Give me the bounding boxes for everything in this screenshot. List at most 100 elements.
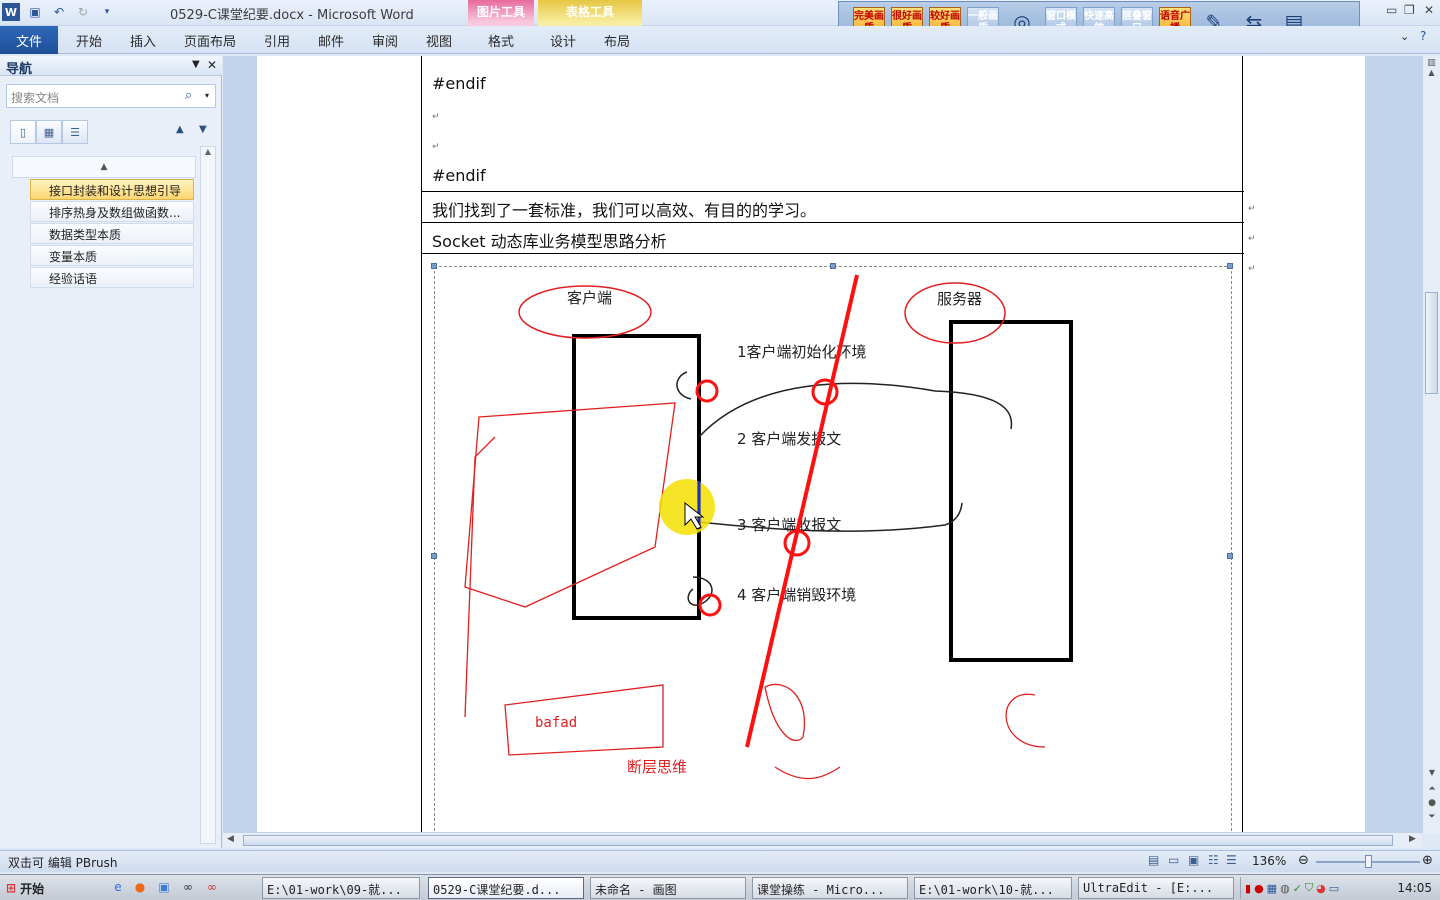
tab-layout[interactable]: 布局 bbox=[604, 31, 630, 50]
zoom-slider[interactable] bbox=[1316, 855, 1420, 868]
nav-item-experience[interactable]: 经验话语 bbox=[30, 267, 194, 288]
tab-review[interactable]: 审阅 bbox=[372, 31, 398, 50]
infinity-app-icon[interactable]: ∞ bbox=[180, 879, 196, 895]
collapse-up-icon[interactable]: ▲ bbox=[12, 156, 196, 178]
search-icon[interactable]: ⌕ bbox=[185, 88, 192, 103]
code-line-endif-2[interactable]: #endif bbox=[432, 166, 486, 185]
zoom-in-icon[interactable]: ⊕ bbox=[1422, 853, 1433, 868]
print-layout-view-icon[interactable]: ▤ bbox=[1148, 853, 1159, 867]
restore-icon[interactable]: ❐ bbox=[1404, 3, 1415, 17]
firefox-icon[interactable]: ● bbox=[132, 879, 148, 895]
nav-item-sort-array[interactable]: 排序热身及数组做函数... bbox=[30, 201, 194, 222]
step-2-label: 2 客户端发报文 bbox=[737, 430, 841, 448]
tab-file[interactable]: 文件 bbox=[0, 26, 58, 54]
server-box bbox=[949, 320, 1073, 662]
nav-search-box[interactable]: 搜索文档 ⌕ ▾ bbox=[6, 84, 216, 108]
network-icon[interactable]: ▦ bbox=[1267, 882, 1277, 895]
word-app-icon[interactable]: W bbox=[2, 3, 20, 21]
nav-menu-icon[interactable]: ▼ bbox=[192, 59, 200, 70]
scroll-right-icon[interactable]: ▶ bbox=[1409, 834, 1416, 844]
red-circle-send bbox=[811, 378, 839, 406]
outline-view-icon[interactable]: ☷ bbox=[1208, 853, 1219, 867]
red-tail-scribble bbox=[774, 766, 841, 780]
ie-icon[interactable]: e bbox=[110, 879, 126, 895]
nav-view-tabs: ▯ ▦ ☰ bbox=[10, 120, 88, 144]
nav-close-icon[interactable]: ✕ bbox=[207, 58, 217, 72]
display-icon[interactable]: ▭ bbox=[1329, 882, 1339, 895]
horizontal-scroll-thumb[interactable] bbox=[243, 835, 1393, 846]
customize-qat-icon[interactable]: ▾ bbox=[98, 3, 116, 21]
scroll-up-icon[interactable]: ▲ bbox=[1423, 68, 1440, 77]
embedded-drawing[interactable]: 客户端 服务器 1客户端初始化环境 2 客户端发报文 3 客户端收报文 4 客户… bbox=[431, 263, 1233, 834]
cell-end-mark: ↵ bbox=[1248, 204, 1256, 214]
next-heading-icon[interactable]: ▼ bbox=[199, 124, 207, 135]
code-line-endif-1[interactable]: #endif bbox=[432, 74, 486, 93]
tab-view[interactable]: 视图 bbox=[426, 31, 452, 50]
redo-icon[interactable]: ↻ bbox=[74, 3, 92, 21]
previous-heading-icon[interactable]: ▲ bbox=[176, 124, 184, 135]
help-icon[interactable]: ? bbox=[1420, 29, 1426, 43]
close-icon[interactable]: ✕ bbox=[1424, 3, 1434, 17]
record-icon[interactable]: ● bbox=[1254, 882, 1264, 895]
previous-page-icon[interactable]: ⏶ bbox=[1423, 784, 1440, 794]
task-word-document[interactable]: 0529-C课堂纪要.d... bbox=[428, 877, 584, 899]
nav-search-input[interactable]: 搜索文档 bbox=[11, 89, 59, 106]
zoom-out-icon[interactable]: ⊖ bbox=[1298, 853, 1309, 868]
navigation-pane: 导航 ▼ ✕ 搜索文档 ⌕ ▾ ▯ ▦ ☰ ▲ ▼ ▲ 接口封装和设计思想引导 … bbox=[0, 56, 222, 848]
minimize-icon[interactable]: ▭ bbox=[1386, 3, 1397, 17]
windows-logo-icon: ⊞ bbox=[6, 881, 17, 895]
task-explorer-09[interactable]: E:\01-work\09-就... bbox=[262, 877, 420, 899]
horizontal-scrollbar[interactable]: ◀ ▶ bbox=[223, 832, 1422, 848]
tab-mailings[interactable]: 邮件 bbox=[318, 31, 344, 50]
vertical-scrollbar[interactable]: ▥ ▲ ▼ ⏶ ● ⏷ bbox=[1422, 56, 1440, 834]
nav-item-variable[interactable]: 变量本质 bbox=[30, 245, 194, 266]
antivirus-icon[interactable]: ◕ bbox=[1316, 882, 1326, 895]
tab-home[interactable]: 开始 bbox=[76, 31, 102, 50]
zoom-level[interactable]: 136% bbox=[1252, 854, 1286, 868]
table-tools-label: 表格工具 bbox=[565, 5, 614, 19]
note-label: 断层思维 bbox=[627, 758, 687, 776]
taskbar: ⊞ 开始 e ● ▣ ∞ ∞ E:\01-work\09-就... 0529-C… bbox=[0, 874, 1440, 900]
task-explorer-10[interactable]: E:\01-work\10-就... bbox=[914, 877, 1072, 899]
results-view-icon[interactable]: ☰ bbox=[62, 120, 88, 144]
ruler-toggle-icon[interactable]: ▥ bbox=[1423, 58, 1440, 68]
scroll-left-icon[interactable]: ◀ bbox=[227, 834, 234, 844]
nav-item-data-type[interactable]: 数据类型本质 bbox=[30, 223, 194, 244]
save-icon[interactable]: ▣ bbox=[26, 3, 44, 21]
nav-scrollbar[interactable]: ▲ bbox=[200, 146, 216, 844]
scroll-up-icon[interactable]: ▲ bbox=[201, 147, 215, 156]
start-button[interactable]: ⊞ 开始 bbox=[2, 877, 80, 899]
task-paint[interactable]: 未命名 - 画图 bbox=[590, 877, 746, 899]
task-classroom-practice[interactable]: 课堂操练 - Micro... bbox=[752, 877, 908, 899]
search-dropdown-icon[interactable]: ▾ bbox=[205, 91, 209, 100]
browse-object-icon[interactable]: ● bbox=[1423, 798, 1440, 808]
next-page-icon[interactable]: ⏷ bbox=[1423, 812, 1440, 822]
table-row-standard[interactable]: 我们找到了一套标准，我们可以高效、有目的的学习。 bbox=[432, 197, 816, 221]
undo-icon[interactable]: ↶ bbox=[50, 3, 68, 21]
table-row-socket[interactable]: Socket 动态库业务模型思路分析 bbox=[432, 228, 667, 252]
vertical-scroll-thumb[interactable] bbox=[1425, 292, 1438, 394]
tab-format[interactable]: 格式 bbox=[488, 31, 514, 50]
nav-item-interface-design[interactable]: 接口封装和设计思想引导 bbox=[30, 179, 194, 200]
ribbon-minimize-icon[interactable]: ⌄ bbox=[1400, 30, 1409, 43]
full-screen-reading-icon[interactable]: ▭ bbox=[1168, 853, 1179, 867]
zoom-slider-knob[interactable] bbox=[1365, 855, 1372, 868]
draft-view-icon[interactable]: ☰ bbox=[1226, 853, 1237, 867]
tab-insert[interactable]: 插入 bbox=[130, 31, 156, 50]
volume-icon[interactable]: ◍ bbox=[1280, 882, 1290, 895]
pages-view-icon[interactable]: ▦ bbox=[36, 120, 62, 144]
scroll-down-icon[interactable]: ▼ bbox=[1423, 768, 1440, 777]
document-page[interactable]: #endif ↵ ↵ #endif 我们找到了一套标准，我们可以高效、有目的的学… bbox=[257, 56, 1365, 834]
tray-app-icon[interactable]: ▮ bbox=[1245, 882, 1251, 895]
headings-view-icon[interactable]: ▯ bbox=[10, 120, 36, 144]
web-layout-icon[interactable]: ▣ bbox=[1188, 853, 1199, 867]
tab-design[interactable]: 设计 bbox=[550, 31, 576, 50]
clock[interactable]: 14:05 bbox=[1397, 881, 1438, 895]
tab-page-layout[interactable]: 页面布局 bbox=[184, 31, 236, 50]
task-ultraedit[interactable]: UltraEdit - [E:... bbox=[1078, 877, 1234, 899]
security-icon[interactable]: ✓ bbox=[1293, 882, 1302, 895]
tab-references[interactable]: 引用 bbox=[264, 31, 290, 50]
folder-quick-icon[interactable]: ▣ bbox=[156, 879, 172, 895]
infinity-red-app-icon[interactable]: ∞ bbox=[204, 879, 220, 895]
shield-icon[interactable]: ⛉ bbox=[1305, 881, 1313, 895]
